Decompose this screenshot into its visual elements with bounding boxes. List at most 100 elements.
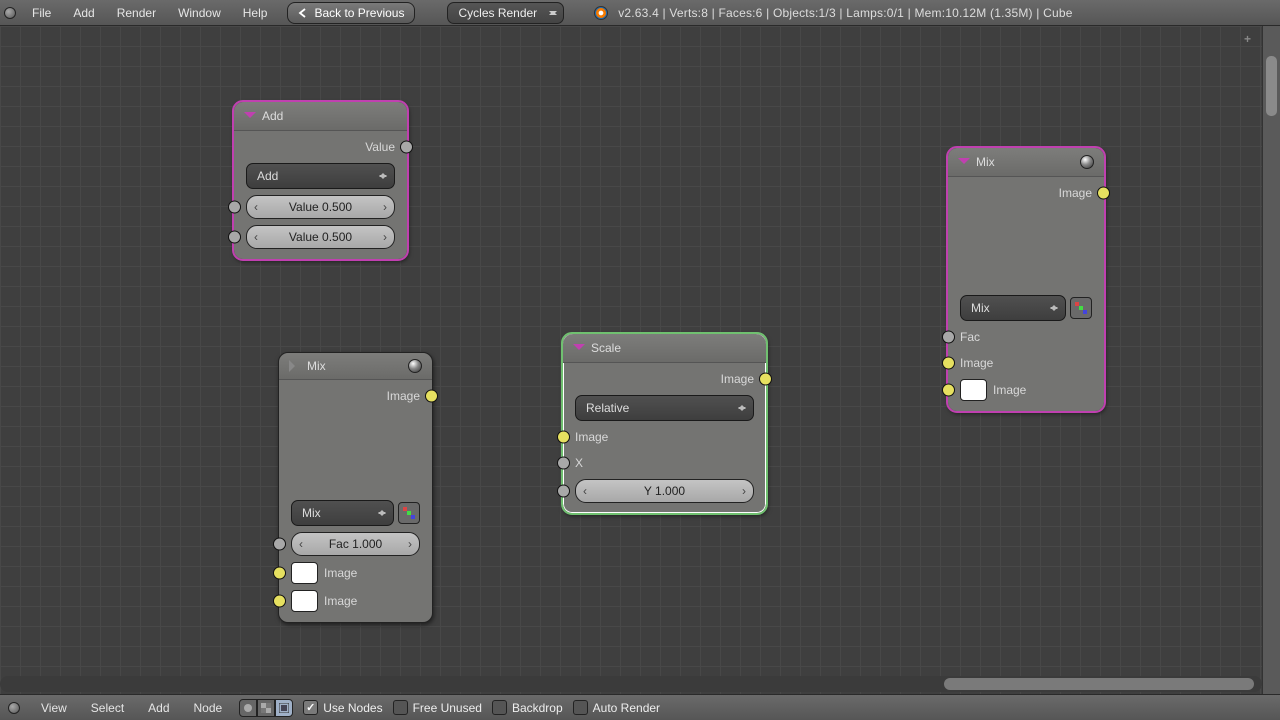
image2-label: Image — [324, 594, 357, 608]
color1-swatch[interactable] — [291, 562, 318, 584]
collapse-icon[interactable] — [289, 360, 301, 372]
color2-swatch[interactable] — [960, 379, 987, 401]
node-mix-left[interactable]: Mix Image Mix Fac 1.000 Image Image — [278, 352, 433, 623]
socket-out-image[interactable] — [759, 373, 772, 386]
y-field[interactable]: Y 1.000 — [575, 479, 754, 503]
backdrop-checkbox[interactable]: Backdrop — [492, 700, 563, 715]
checkbox-icon — [393, 700, 408, 715]
node-body: Image Mix Fac 1.000 Image Image — [279, 380, 432, 622]
node-scale[interactable]: Scale Image Relative Image X Y 1.000 — [562, 333, 767, 514]
socket-out-image[interactable] — [425, 390, 438, 403]
socket-in-image1[interactable] — [273, 567, 286, 580]
render-engine-select[interactable]: Cycles Render — [447, 2, 564, 24]
back-arrow-icon — [298, 8, 308, 18]
node-title: Add — [262, 109, 283, 123]
vertical-scrollbar[interactable] — [1262, 26, 1280, 694]
editor-type-icon[interactable] — [8, 702, 20, 714]
socket-out-value[interactable] — [400, 141, 413, 154]
compositing-tree-icon[interactable] — [275, 699, 293, 717]
scale-mode-select[interactable]: Relative — [575, 395, 754, 421]
out-image-label: Image — [721, 372, 754, 386]
scrollbar-thumb[interactable] — [944, 678, 1254, 690]
checkbox-icon — [573, 700, 588, 715]
menu-select[interactable]: Select — [84, 697, 131, 719]
node-title: Mix — [976, 155, 995, 169]
preview-sphere-icon — [408, 359, 422, 373]
free-unused-label: Free Unused — [413, 701, 482, 715]
image1-label: Image — [324, 566, 357, 580]
menu-view[interactable]: View — [34, 697, 74, 719]
x-label: X — [575, 456, 583, 470]
out-image-label: Image — [387, 389, 420, 403]
expand-panel-icon[interactable]: + — [1244, 32, 1258, 46]
menu-window[interactable]: Window — [168, 2, 231, 24]
backdrop-label: Backdrop — [512, 701, 563, 715]
auto-render-label: Auto Render — [593, 701, 660, 715]
value1-field[interactable]: Value 0.500 — [246, 195, 395, 219]
fac-label: Fac — [960, 330, 980, 344]
collapse-icon[interactable] — [244, 112, 256, 124]
editor-type-icon[interactable] — [4, 7, 16, 19]
node-body: Value Add Value 0.500 Value 0.500 — [234, 131, 407, 259]
scene-stats: v2.63.4 | Verts:8 | Faces:6 | Objects:1/… — [618, 6, 1072, 20]
menu-help[interactable]: Help — [233, 2, 278, 24]
socket-in-image[interactable] — [557, 431, 570, 444]
node-title: Mix — [307, 359, 326, 373]
preview-area — [960, 209, 1092, 289]
socket-in-image2[interactable] — [942, 384, 955, 397]
preview-area — [291, 412, 420, 494]
menu-render[interactable]: Render — [107, 2, 166, 24]
menu-add[interactable]: Add — [141, 697, 176, 719]
socket-in-fac[interactable] — [942, 331, 955, 344]
node-editor-area[interactable]: + Add Value Add Value 0.500 Value 0.500 … — [0, 26, 1262, 694]
socket-out-image[interactable] — [1097, 187, 1110, 200]
math-mode-select[interactable]: Add — [246, 163, 395, 189]
collapse-icon[interactable] — [958, 158, 970, 170]
node-mix-right[interactable]: Mix Image Mix Fac Image Image — [947, 147, 1105, 412]
node-body: Image Mix Fac Image Image — [948, 177, 1104, 411]
socket-in-y[interactable] — [557, 485, 570, 498]
menu-node[interactable]: Node — [187, 697, 230, 719]
socket-in-value2[interactable] — [228, 231, 241, 244]
shader-tree-icon[interactable] — [239, 699, 257, 717]
scrollbar-thumb[interactable] — [1266, 56, 1277, 116]
socket-in-value1[interactable] — [228, 201, 241, 214]
top-menu-bar: File Add Render Window Help Back to Prev… — [0, 0, 1280, 26]
use-nodes-label: Use Nodes — [323, 701, 382, 715]
blender-logo-icon — [594, 6, 608, 20]
checkbox-icon — [492, 700, 507, 715]
node-header[interactable]: Mix — [948, 148, 1104, 177]
socket-in-image1[interactable] — [942, 357, 955, 370]
back-label: Back to Previous — [314, 6, 404, 20]
node-add[interactable]: Add Value Add Value 0.500 Value 0.500 — [233, 101, 408, 260]
socket-in-fac[interactable] — [273, 538, 286, 551]
texture-tree-icon[interactable] — [257, 699, 275, 717]
menu-file[interactable]: File — [22, 2, 61, 24]
color2-swatch[interactable] — [291, 590, 318, 612]
node-header[interactable]: Scale — [563, 334, 766, 363]
image2-label: Image — [993, 383, 1026, 397]
horizontal-scrollbar[interactable] — [0, 676, 1262, 692]
out-value-label: Value — [365, 140, 395, 154]
node-title: Scale — [591, 341, 621, 355]
value2-field[interactable]: Value 0.500 — [246, 225, 395, 249]
image1-label: Image — [960, 356, 993, 370]
node-body: Image Relative Image X Y 1.000 — [563, 363, 766, 513]
fac-field[interactable]: Fac 1.000 — [291, 532, 420, 556]
node-header[interactable]: Mix — [279, 353, 432, 380]
socket-in-x[interactable] — [557, 457, 570, 470]
collapse-icon[interactable] — [573, 344, 585, 356]
free-unused-checkbox[interactable]: Free Unused — [393, 700, 482, 715]
node-header[interactable]: Add — [234, 102, 407, 131]
auto-render-checkbox[interactable]: Auto Render — [573, 700, 660, 715]
use-nodes-checkbox[interactable]: Use Nodes — [303, 700, 382, 715]
blend-mode-select[interactable]: Mix — [291, 500, 394, 526]
out-image-label: Image — [1059, 186, 1092, 200]
blend-mode-select[interactable]: Mix — [960, 295, 1066, 321]
colorramp-icon[interactable] — [1070, 297, 1092, 319]
menu-add[interactable]: Add — [63, 2, 104, 24]
colorramp-icon[interactable] — [398, 502, 420, 524]
socket-in-image2[interactable] — [273, 595, 286, 608]
back-to-previous-button[interactable]: Back to Previous — [287, 2, 415, 24]
image-label: Image — [575, 430, 608, 444]
